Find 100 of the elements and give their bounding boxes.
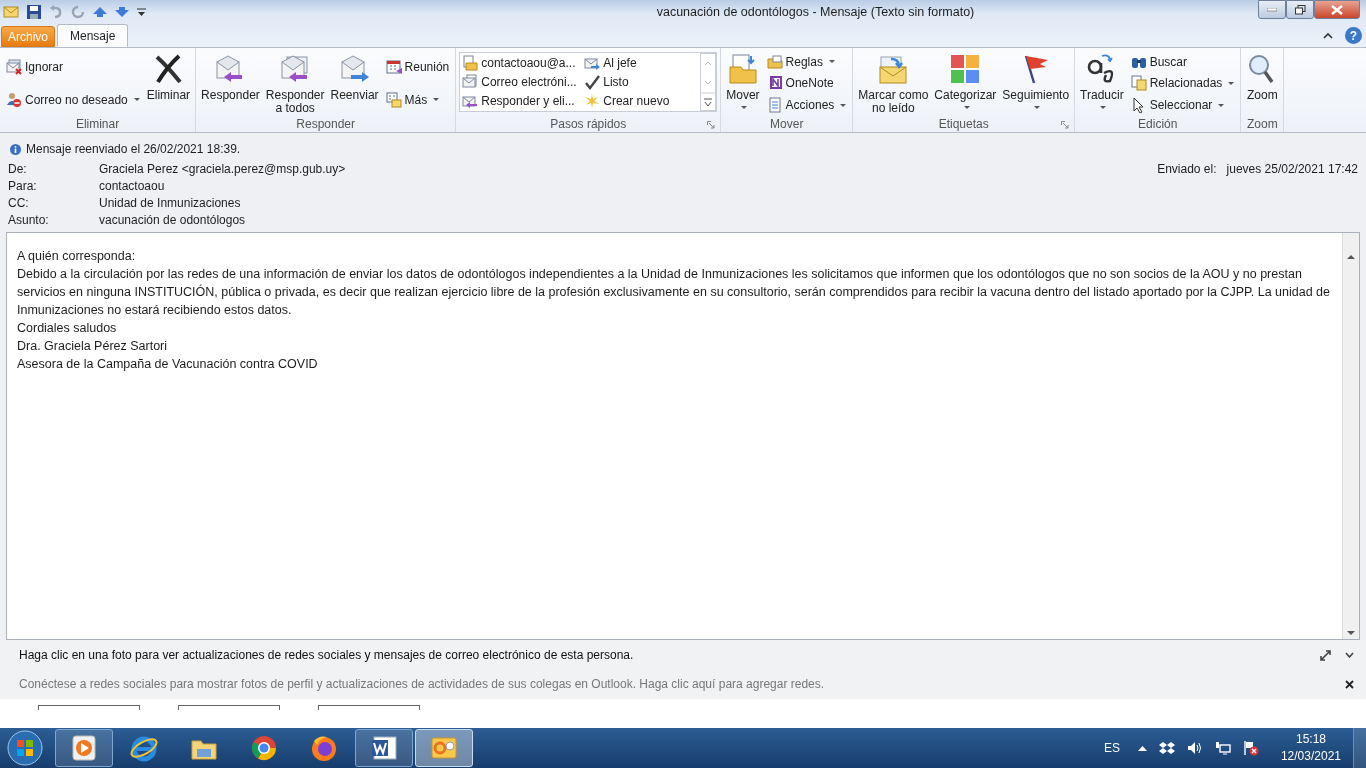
info-icon: [10, 143, 21, 155]
customize-menu-icon[interactable]: [137, 7, 146, 17]
field-label: Asunto:: [8, 212, 50, 227]
minimize-icon: [1267, 7, 1277, 12]
down-arrow-icon[interactable]: [115, 7, 129, 17]
clock-time[interactable]: 15:18: [1295, 731, 1326, 748]
collapse-ribbon-icon[interactable]: [1323, 32, 1333, 39]
speaker-icon[interactable]: [1186, 741, 1203, 755]
ribbon-button[interactable]: Categorizar: [932, 50, 999, 109]
envelope-stack-icon: [6, 59, 22, 76]
ribbon-button[interactable]: Ignorar: [3, 58, 143, 77]
checkmark-icon: [584, 74, 601, 90]
ribbon-button[interactable]: Reglas: [763, 52, 850, 71]
ribbon-button[interactable]: Buscar: [1127, 52, 1238, 71]
expand-icon[interactable]: [1320, 649, 1331, 661]
folder-envelope-icon: [766, 53, 783, 70]
ribbon-button[interactable]: Traducir: [1078, 50, 1126, 109]
ribbon-button[interactable]: Relacionadas: [1127, 74, 1238, 93]
ribbon-button[interactable]: Mover: [724, 50, 762, 109]
field-label: CC:: [8, 195, 30, 210]
start-button[interactable]: [7, 730, 43, 766]
ribbon-button[interactable]: OneNote: [763, 74, 850, 93]
save-icon[interactable]: [27, 5, 41, 19]
field-value: jueves 25/02/2021 17:42: [1226, 162, 1358, 176]
field-label: De:: [8, 161, 28, 176]
quick-step-button[interactable]: Correo electróni...: [460, 73, 583, 91]
group-label: Responder: [296, 117, 356, 131]
dialog-launcher-icon[interactable]: [707, 121, 716, 129]
clock-date[interactable]: 12/03/2021: [1280, 748, 1341, 765]
quick-step-button[interactable]: Al jefe: [582, 53, 701, 72]
up-arrow-icon[interactable]: [93, 7, 107, 17]
calendar-envelope-icon: [385, 91, 402, 108]
group-label: Eliminar: [75, 117, 120, 131]
people-pane-heading: Haga clic en una foto para ver actualizaciones de redes sociales y mensajes de correo electrónico de esta persona.: [19, 648, 635, 662]
group-label: Zoom: [1247, 117, 1278, 131]
photo-placeholder[interactable]: [38, 705, 140, 710]
body-text: Debido a la circulación por las redes de una información de enviar los datos de odontólogos independientes a la Unidad de Inmunizaciones les solicitamos que informen que los odontólogos que no son socios de la AOU y no prestan servicios en ninguna INSTITUCIÓN, pública o privada, es decir que realizan ejercicio libre de la profesión exclusivamente en su consultorio, serán comprendidos para recibir la vacuna dentro del listado aportado por la CJPP. La unidad de Inmunizaciones no estará recibiendo estos datos.: [17, 266, 1331, 319]
ribbon-button[interactable]: Marcar como no leído: [856, 50, 931, 115]
envelope-reply-icon: [462, 93, 479, 110]
calendar-icon: [385, 59, 402, 76]
flag-error-icon[interactable]: [1242, 740, 1259, 756]
ribbon-tab[interactable]: Mensaje: [57, 24, 129, 47]
ribbon-button[interactable]: Eliminar: [144, 50, 193, 102]
group-label: Edición: [1138, 117, 1178, 131]
dropbox-icon[interactable]: [1158, 741, 1175, 755]
field-label: Enviado el:: [1157, 162, 1217, 176]
chevron-down-icon[interactable]: [1345, 652, 1354, 658]
show-hidden-icons-icon[interactable]: [1137, 745, 1147, 751]
ribbon-button[interactable]: Zoom: [1244, 50, 1281, 102]
close-icon[interactable]: [1345, 679, 1354, 689]
scrollbar[interactable]: [1342, 233, 1359, 639]
media-player-icon: [69, 733, 99, 763]
envelope-arrow-icon: [877, 53, 910, 85]
close-icon: [1331, 4, 1343, 15]
body-text: Cordiales saludos: [17, 320, 118, 337]
group-label: Etiquetas: [938, 117, 989, 131]
ribbon-button[interactable]: Reunión: [382, 58, 453, 77]
field-value: Unidad de Inmunizaciones: [99, 195, 241, 210]
envelope-forward-icon: [338, 53, 371, 85]
documents-icon: [1130, 75, 1147, 92]
add-networks-link[interactable]: Conéctese a redes sociales para mostrar fotos de perfil y actualizaciones de actividades de sus colegas en Outlook. Haga clic aquí para agregar redes.: [19, 677, 1331, 691]
person-blocked-icon: [6, 91, 22, 108]
photo-placeholder[interactable]: [318, 705, 420, 710]
quick-step-button[interactable]: Listo: [582, 73, 701, 91]
quick-step-button[interactable]: Crear nuevo: [582, 92, 701, 111]
body-text: A quién corresponda:: [17, 248, 137, 265]
ribbon-button[interactable]: Responder: [199, 50, 262, 102]
ribbon-button[interactable]: Acciones: [763, 96, 850, 115]
field-value: vacunación de odontólogos: [99, 212, 246, 227]
word-icon: [369, 733, 399, 763]
ribbon-button[interactable]: Más: [382, 90, 453, 109]
ribbon-button[interactable]: Correo no deseado: [3, 90, 143, 109]
field-label: Para:: [8, 178, 38, 193]
quick-step-button[interactable]: contactoaou@a...: [460, 53, 583, 72]
quick-step-button[interactable]: Responder y eli...: [460, 92, 583, 111]
taskbar-button[interactable]: [55, 729, 113, 767]
group-label: Pasos rápidos: [550, 117, 627, 131]
page-folder-icon: [726, 53, 759, 85]
window-title: vacunación de odontólogos - Mensaje (Texto sin formato): [655, 5, 976, 19]
document-icon: [766, 97, 783, 114]
network-icon[interactable]: [1214, 741, 1231, 755]
taskbar-button[interactable]: [355, 729, 413, 767]
help-button[interactable]: ?: [1345, 27, 1362, 44]
restore-button[interactable]: [1286, 0, 1314, 19]
body-text: Dra. Graciela Pérez Sartori: [17, 338, 169, 355]
ribbon-button[interactable]: Reenviar: [328, 50, 381, 102]
group-label: Mover: [770, 117, 804, 131]
ribbon-button[interactable]: Seleccionar: [1127, 96, 1238, 115]
ribbon-button[interactable]: Seguimiento: [1000, 50, 1072, 109]
color-squares-icon: [949, 53, 982, 85]
photo-placeholder[interactable]: [178, 705, 280, 710]
dialog-launcher-icon[interactable]: [1061, 121, 1070, 129]
ribbon-button[interactable]: Responder a todos: [263, 50, 327, 115]
restore-icon: [1294, 4, 1306, 15]
field-value: Graciela Perez <graciela.perez@msp.gub.uy>: [99, 161, 346, 176]
envelope-document-icon: [462, 74, 479, 90]
close-button[interactable]: [1314, 0, 1360, 19]
field-value: contactoaou: [99, 178, 165, 193]
language-indicator[interactable]: ES: [1103, 741, 1120, 755]
chrome-icon: [249, 733, 279, 763]
